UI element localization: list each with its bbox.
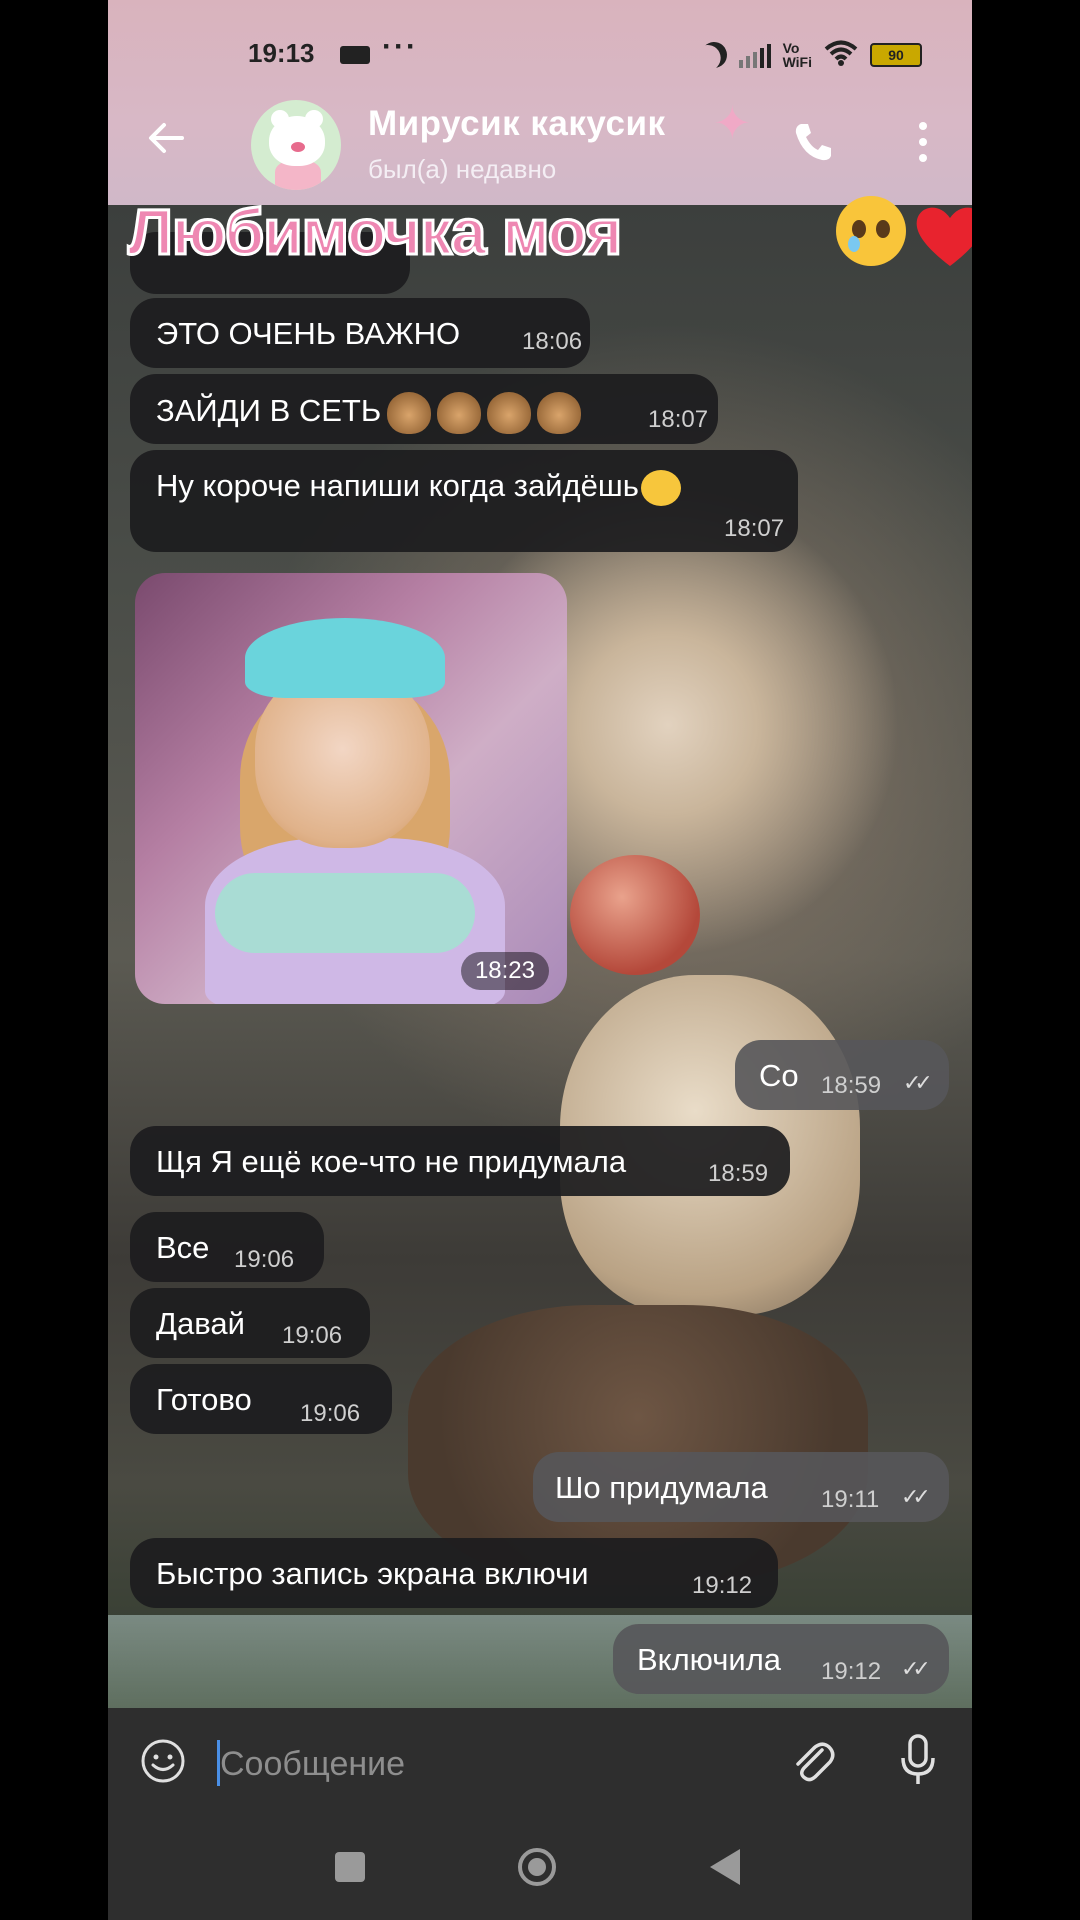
message-time: 19:06: [300, 1400, 361, 1427]
vowifi-icon: Vo WiFi: [782, 40, 812, 70]
more-notifications-icon: ···: [382, 30, 418, 63]
battery-icon: 90: [870, 43, 922, 67]
smiling-hearts-emoji-icon: [640, 469, 681, 506]
dog-emoji-icon: [387, 392, 432, 434]
message-text: Щя Я ещё кое-что не придумала: [156, 1144, 627, 1179]
message-time: 18:07: [724, 515, 785, 542]
message-text: Все: [156, 1230, 210, 1265]
status-icons: Vo WiFi 90: [701, 40, 922, 70]
message-bubble-m7[interactable]: Все 19:06: [130, 1212, 324, 1282]
message-text: ЭТО ОЧЕНЬ ВАЖНО: [156, 316, 461, 351]
paperclip-icon[interactable]: [788, 1736, 838, 1786]
message-bubble-m12[interactable]: Включила 19:12 ✓✓: [613, 1624, 949, 1694]
message-time: 19:06: [234, 1246, 295, 1273]
message-input-bar: [108, 1708, 972, 1818]
message-time: 18:59: [821, 1072, 882, 1099]
more-vertical-icon[interactable]: [918, 122, 928, 162]
message-text: Шо придумала: [555, 1470, 768, 1505]
camera-recording-icon: [340, 46, 370, 64]
chat-header: 19:13 ··· Vo WiFi 90 Мирусик какусик был…: [108, 0, 972, 205]
message-input[interactable]: [218, 1736, 722, 1792]
message-text: Готово: [156, 1382, 252, 1417]
dog-emoji-icon: [487, 392, 532, 434]
message-time: 18:23: [460, 952, 549, 990]
message-time: 19:11: [821, 1486, 880, 1513]
message-bubble-m11[interactable]: Быстро запись экрана включи 19:12: [130, 1538, 778, 1608]
message-time: 18:07: [648, 406, 709, 433]
message-bubble-m3[interactable]: Ну короче напиши когда зайдёшь 18:07: [130, 450, 798, 552]
back-arrow-icon[interactable]: [146, 118, 186, 158]
home-icon[interactable]: [518, 1848, 556, 1886]
message-bubble-m5[interactable]: Со 18:59 ✓✓: [735, 1040, 949, 1110]
message-bubble-m10[interactable]: Шо придумала 19:11 ✓✓: [533, 1452, 949, 1522]
back-triangle-icon[interactable]: [710, 1849, 740, 1885]
status-time: 19:13: [248, 38, 315, 68]
last-seen-status: был(а) недавно: [368, 154, 557, 184]
sparkle-icon: ✦: [713, 97, 752, 149]
message-text: Давай: [156, 1306, 245, 1341]
message-bubble-m8[interactable]: Давай 19:06: [130, 1288, 370, 1358]
message-bubble-m2[interactable]: ЗАЙДИ В СЕТЬ 18:07: [130, 374, 718, 444]
recent-apps-icon[interactable]: [335, 1852, 365, 1882]
message-text: Включила: [637, 1642, 782, 1677]
pleading-face-emoji-icon: [836, 196, 906, 266]
message-bubble-m1[interactable]: ЭТО ОЧЕНЬ ВАЖНО 18:06: [130, 298, 590, 368]
overlay-banner: Любимочка моя: [126, 195, 623, 270]
avatar[interactable]: [251, 100, 341, 190]
dog-emoji-icon: [537, 392, 582, 434]
message-bubble-m6[interactable]: Щя Я ещё кое-что не придумала 18:59: [130, 1126, 790, 1196]
emoji-icon[interactable]: [140, 1738, 186, 1784]
signal-icon: [738, 42, 771, 68]
do-not-disturb-icon: [696, 38, 731, 73]
heart-icon: [916, 207, 972, 266]
text-caret: [217, 1740, 220, 1786]
message-time: 18:59: [708, 1160, 769, 1187]
phone-icon[interactable]: [791, 120, 835, 164]
message-text: ЗАЙДИ В СЕТЬ: [156, 392, 582, 434]
message-time: 19:06: [282, 1322, 343, 1349]
message-time: 19:12: [692, 1572, 753, 1599]
message-time: 19:12: [821, 1658, 882, 1685]
system-navigation-bar: [108, 1818, 972, 1920]
dog-emoji-icon: [437, 392, 482, 434]
phone-screen: 19:13 ··· Vo WiFi 90 Мирусик какусик был…: [108, 0, 972, 1920]
read-checkmarks-icon: ✓✓: [901, 1656, 931, 1681]
message-text: Со: [759, 1058, 799, 1093]
photo-message[interactable]: 18:23: [135, 573, 567, 1004]
microphone-icon[interactable]: [898, 1734, 938, 1788]
message-text: Быстро запись экрана включи: [156, 1556, 589, 1591]
wifi-icon: [824, 40, 858, 70]
read-checkmarks-icon: ✓✓: [901, 1484, 931, 1509]
chat-title[interactable]: Мирусик какусик: [368, 104, 666, 144]
message-bubble-m9[interactable]: Готово 19:06: [130, 1364, 392, 1434]
message-time: 18:06: [522, 328, 583, 355]
message-text: Ну короче напиши когда зайдёшь: [156, 468, 681, 506]
wallpaper-apple: [570, 855, 700, 975]
read-checkmarks-icon: ✓✓: [903, 1070, 933, 1095]
